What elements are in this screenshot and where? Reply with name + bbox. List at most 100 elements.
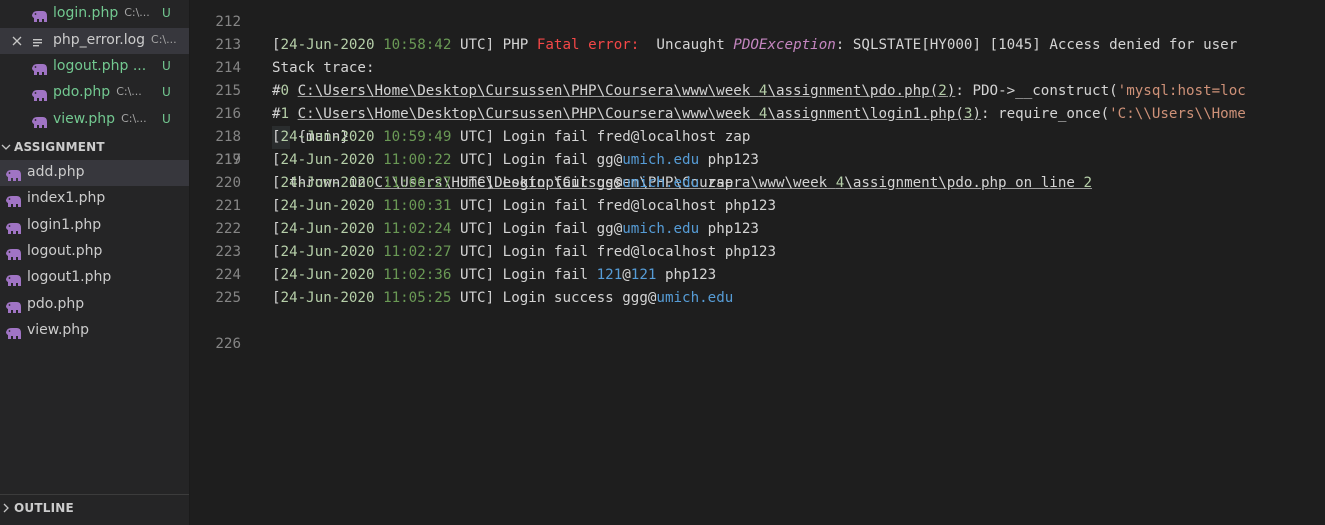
line-number: 225 [215,290,241,306]
line-number: 223 [215,244,241,260]
log-date: 24-Jun-2020 [280,175,375,191]
log-time: 11:02:36 [383,267,452,283]
log-at: @ [613,152,623,168]
line-number: 222 [215,221,241,237]
log-space [375,290,384,306]
log-bracket: [ [272,152,281,168]
open-editor-label: login.php C:\... [53,5,150,21]
log-date: 24-Jun-2020 [280,129,375,145]
untracked-badge: U [162,59,171,73]
chevron-down-icon [0,138,12,157]
log-user: gg [596,221,614,237]
file-tree-item[interactable]: logout1.php [0,265,189,291]
log-message: UTC] Login fail [451,198,597,214]
log-message: UTC] Login fail [451,221,597,237]
log-editor[interactable]: 212 [24-Jun-2020 10:58:42 UTC] PHP Fatal… [190,0,1325,525]
log-bracket: [ [272,267,281,283]
log-user: 121 [596,267,623,283]
open-editor-filename: pdo.php [53,84,111,100]
log-at: @ [613,175,623,191]
log-domain: umich.edu [622,221,700,237]
open-editor-label: pdo.php C:\... [53,84,142,100]
open-editor-path: C:\... [121,112,147,125]
open-editor-filename: login.php [53,5,119,21]
log-message: UTC] Login fail [451,129,597,145]
log-line: 219 [24-Jun-2020 11:00:22 UTC] Login fail… [190,149,1325,172]
php-elephant-icon [6,170,21,181]
log-space [375,244,384,260]
open-editor-path: C:\... [116,85,142,98]
chevron-right-icon [0,499,12,518]
explorer-sidebar: login.php C:\... Uphp_error.log C:\... logou… [0,0,190,525]
log-date: 24-Jun-2020 [280,152,375,168]
log-space [375,152,384,168]
open-editor-filename: view.php [53,111,116,127]
log-line: 225 [24-Jun-2020 11:05:25 UTC] Login succ… [190,287,1325,310]
log-line: 213 Stack trace: [190,11,1325,76]
log-password: php123 [699,152,759,168]
log-line: 226 [190,310,1325,352]
php-elephant-icon [5,167,22,186]
php-elephant-icon [5,193,22,212]
php-elephant-icon [6,222,21,234]
untracked-badge: U [162,85,171,99]
log-domain: localhost [639,244,717,260]
assignment-folder-header[interactable]: ASSIGNMENT [0,136,189,158]
log-line: 214 #0 C:\Users\Home\Desktop\Cursussen\P… [190,34,1325,99]
php-elephant-icon [32,117,47,128]
log-code: [24-Jun-2020 11:05:25 UTC] Login success… [272,287,733,310]
file-tree-item[interactable]: pdo.php [0,292,189,318]
log-message: UTC] Login fail [451,267,597,283]
file-name: view.php [27,321,90,338]
log-user: fred [596,129,631,145]
php-elephant-icon [6,327,21,339]
log-code: [24-Jun-2020 11:02:24 UTC] Login fail gg… [272,218,759,241]
open-editor-item[interactable]: login.php C:\... U [0,1,189,27]
php-elephant-icon [6,301,21,313]
log-time: 11:00:31 [383,198,452,214]
open-editor-item[interactable]: pdo.php C:\... U [0,80,189,106]
log-time: 10:59:49 [383,129,452,145]
log-user: fred [596,198,631,214]
php-elephant-icon [32,90,47,101]
open-editor-label: logout.php ... [53,58,146,74]
outline-panel-header[interactable]: OUTLINE [0,497,189,519]
line-number: 221 [215,198,241,214]
line-number: 220 [215,175,241,191]
open-editor-item[interactable]: php_error.log C:\... [0,28,189,54]
file-tree-item[interactable]: view.php [0,318,189,344]
open-editor-item[interactable]: view.php C:\... U [0,107,189,133]
file-tree-item[interactable]: index1.php [0,186,189,212]
file-tree-item[interactable]: login1.php [0,213,189,239]
log-date: 24-Jun-2020 [280,244,375,260]
log-user: fred [596,244,631,260]
log-line: 224 [24-Jun-2020 11:02:36 UTC] Login fail… [190,264,1325,287]
file-tree-item[interactable]: add.php [0,160,189,186]
log-domain: umich.edu [622,152,700,168]
log-code: [24-Jun-2020 11:00:27 UTC] Login fail gg… [272,172,733,195]
log-domain: umich.edu [656,290,734,306]
log-bracket: [ [272,290,281,306]
log-password: zap [699,175,734,191]
php-elephant-icon [6,248,21,260]
log-code: [24-Jun-2020 10:59:49 UTC] Login fail fr… [272,126,750,149]
log-code: [24-Jun-2020 11:02:27 UTC] Login fail fr… [272,241,776,264]
php-elephant-icon [6,275,21,287]
log-password: php123 [699,221,759,237]
log-bracket: [ [272,175,281,191]
outline-title: OUTLINE [14,501,74,515]
close-icon[interactable] [9,33,25,49]
open-editor-item[interactable]: logout.php ... U [0,54,189,80]
log-space [375,267,384,283]
file-name: index1.php [27,190,106,207]
php-elephant-icon [5,272,22,291]
php-elephant-icon [5,299,22,318]
file-name: login1.php [27,216,102,233]
file-tree-item[interactable]: logout.php [0,239,189,265]
php-elephant-icon [5,325,22,344]
assignment-folder-title: ASSIGNMENT [14,140,105,154]
log-date: 24-Jun-2020 [280,290,375,306]
log-password: php123 [716,198,777,214]
open-editor-label: php_error.log C:\... [53,32,177,48]
log-user: gg [596,152,614,168]
